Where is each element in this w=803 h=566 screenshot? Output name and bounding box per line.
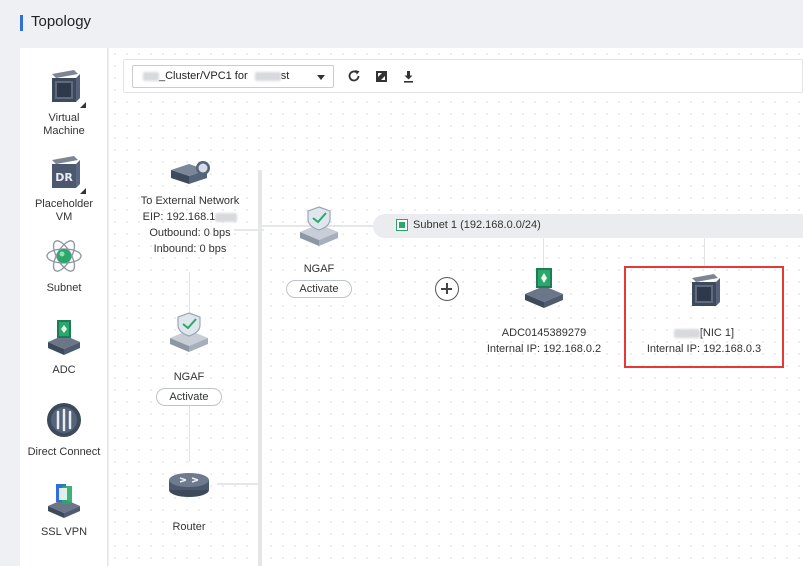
download-button[interactable] bbox=[400, 68, 416, 84]
adc-icon bbox=[44, 318, 84, 358]
palette-label: SSL VPN bbox=[40, 526, 88, 538]
direct-connect-icon bbox=[44, 400, 84, 440]
vpc-selector-text: _Cluster/VPC1 for bbox=[159, 70, 248, 82]
vpc-selector[interactable]: _Cluster/VPC1 for st bbox=[132, 65, 334, 88]
firewall-icon bbox=[170, 312, 208, 352]
palette-item-virtual-machine[interactable]: Virtual Machine bbox=[20, 66, 108, 138]
subnet-drop-line bbox=[704, 238, 705, 266]
external-network-title: To External Network bbox=[140, 195, 240, 207]
palette-item-subnet[interactable]: Subnet bbox=[20, 236, 108, 295]
download-icon bbox=[403, 70, 413, 83]
subnet-drop-line bbox=[543, 238, 544, 268]
vm-node[interactable]: [NIC 1] Internal IP: 192.168.0.3 bbox=[627, 270, 781, 357]
vm-ip: Internal IP: 192.168.0.3 bbox=[646, 343, 762, 355]
ngaf-label: NGAF bbox=[303, 263, 335, 275]
redacted-text bbox=[254, 71, 281, 81]
add-node-button[interactable] bbox=[435, 277, 459, 301]
refresh-button[interactable] bbox=[346, 68, 362, 84]
subnet-status-icon bbox=[396, 219, 408, 231]
component-palette: Virtual Machine DR Placeholder VM Subnet bbox=[20, 48, 108, 566]
title-bar: Topology bbox=[0, 0, 803, 48]
palette-label: ADC bbox=[52, 364, 76, 376]
page-title: Topology bbox=[31, 13, 92, 30]
palette-label: Subnet bbox=[46, 282, 82, 294]
canvas-toolbar: _Cluster/VPC1 for st bbox=[123, 59, 803, 93]
eip-label: EIP: 192.168.1 bbox=[142, 211, 216, 223]
connector-line bbox=[189, 406, 190, 462]
palette-item-placeholder-vm[interactable]: DR Placeholder VM bbox=[20, 152, 108, 224]
vpc-selector-suffix: st bbox=[280, 70, 290, 82]
fullscreen-button[interactable] bbox=[373, 68, 389, 84]
router-label: Router bbox=[172, 521, 206, 533]
chevron-down-icon bbox=[317, 75, 325, 80]
subnet-bar[interactable]: Subnet 1 (192.168.0.0/24) bbox=[373, 214, 803, 238]
dr-server-icon: DR bbox=[44, 152, 86, 194]
network-gateway-icon bbox=[171, 161, 210, 184]
activate-button[interactable]: Activate bbox=[286, 280, 352, 298]
palette-label: Direct Connect bbox=[27, 446, 101, 458]
inbound-rate: Inbound: 0 bps bbox=[153, 243, 227, 255]
palette-label: Placeholder VM bbox=[34, 198, 94, 223]
ssl-vpn-icon bbox=[44, 480, 84, 520]
router-link-line bbox=[217, 483, 262, 485]
subnet-globe-icon bbox=[44, 236, 84, 276]
subnet-label: Subnet 1 (192.168.0.0/24) bbox=[413, 219, 541, 231]
ngaf-label: NGAF bbox=[173, 371, 205, 383]
palette-label: Virtual Machine bbox=[43, 112, 85, 137]
palette-item-direct-connect[interactable]: Direct Connect bbox=[20, 400, 108, 459]
refresh-icon bbox=[348, 70, 360, 82]
activate-button[interactable]: Activate bbox=[156, 388, 222, 406]
vm-server-icon bbox=[44, 66, 86, 108]
adc-node[interactable]: ADC0145389279 Internal IP: 192.168.0.2 bbox=[471, 266, 617, 357]
fullscreen-icon bbox=[375, 70, 387, 82]
palette-item-ssl-vpn[interactable]: SSL VPN bbox=[20, 480, 108, 539]
redacted-text bbox=[143, 71, 159, 81]
adc-name: ADC0145389279 bbox=[501, 327, 587, 339]
adc-ip: Internal IP: 192.168.0.2 bbox=[486, 343, 602, 355]
redacted-text bbox=[673, 328, 700, 338]
connector-line bbox=[189, 272, 190, 312]
router-node[interactable]: Router bbox=[159, 468, 219, 535]
router-icon bbox=[169, 473, 209, 497]
ngaf-node-left[interactable]: NGAF Activate bbox=[149, 310, 229, 406]
ngaf-node-top[interactable]: NGAF Activate bbox=[279, 204, 359, 298]
palette-item-adc[interactable]: ADC bbox=[20, 318, 108, 377]
vm-nic-label: [NIC 1] bbox=[699, 327, 735, 339]
title-accent bbox=[20, 15, 23, 31]
topology-canvas[interactable]: _Cluster/VPC1 for st To External Network… bbox=[109, 48, 803, 566]
vm-server-icon bbox=[692, 274, 720, 306]
svg-text:DR: DR bbox=[55, 171, 73, 184]
firewall-icon bbox=[300, 206, 338, 246]
outbound-rate: Outbound: 0 bps bbox=[149, 227, 231, 239]
external-network-node[interactable]: To External Network EIP: 192.168.1 Outbo… bbox=[131, 158, 249, 257]
adc-icon bbox=[525, 268, 563, 308]
redacted-text bbox=[215, 212, 238, 222]
